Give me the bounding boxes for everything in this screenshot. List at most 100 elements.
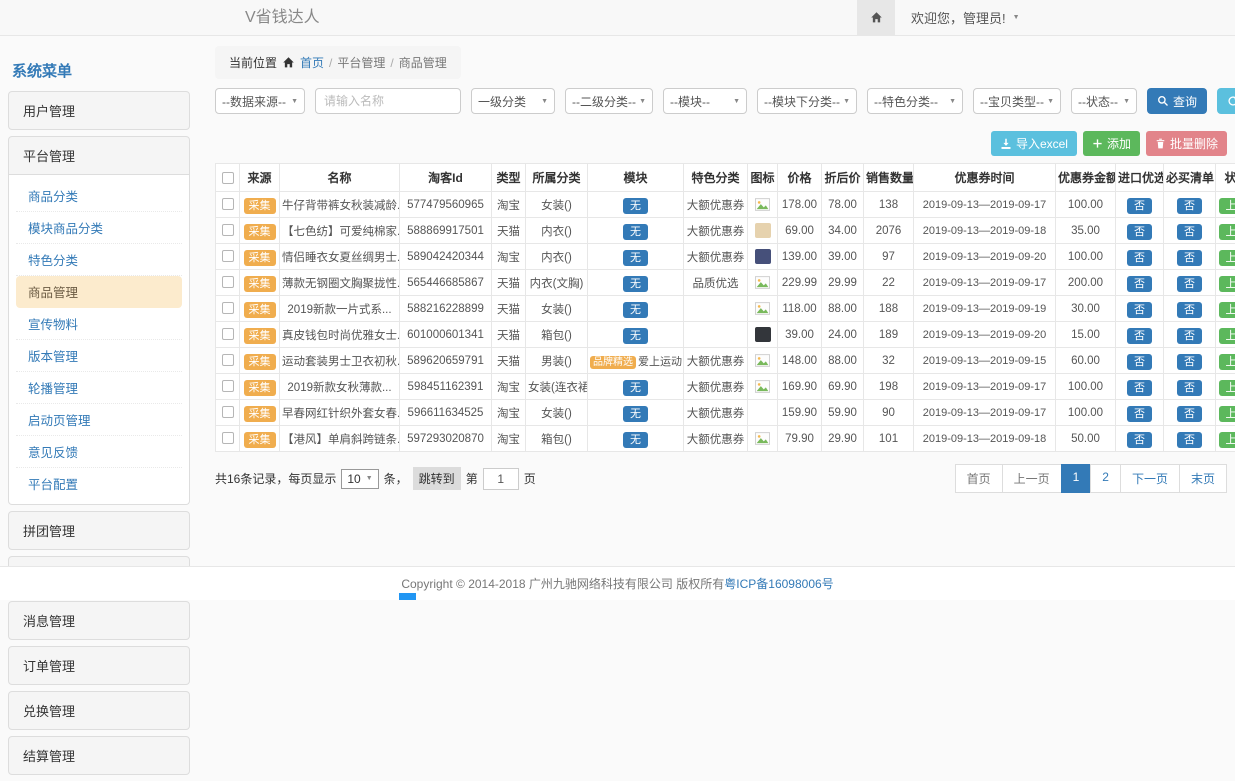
row-checkbox[interactable] bbox=[222, 198, 234, 210]
status-button[interactable]: 上架 bbox=[1219, 406, 1235, 422]
icp-link[interactable]: 粤ICP备16098006号 bbox=[724, 577, 833, 591]
row-checkbox[interactable] bbox=[222, 406, 234, 418]
row-checkbox[interactable] bbox=[222, 250, 234, 262]
import-select-toggle[interactable]: 否 bbox=[1127, 198, 1152, 214]
sidebar-group[interactable]: 结算管理 bbox=[8, 736, 190, 775]
nav-home-button[interactable] bbox=[857, 0, 895, 35]
must-buy-toggle[interactable]: 否 bbox=[1177, 302, 1202, 318]
status-button[interactable]: 上架 bbox=[1219, 250, 1235, 266]
filter-select[interactable]: 一级分类▼ bbox=[471, 88, 555, 114]
status-button[interactable]: 上架 bbox=[1219, 354, 1235, 370]
sidebar-group[interactable]: 兑换管理 bbox=[8, 691, 190, 730]
import-select-toggle[interactable]: 否 bbox=[1127, 354, 1152, 370]
status-button[interactable]: 上架 bbox=[1219, 198, 1235, 214]
sidebar-subitem[interactable]: 宣传物料 bbox=[16, 308, 182, 340]
pager-button: 首页 bbox=[955, 464, 1003, 493]
sidebar-subitem[interactable]: 意见反馈 bbox=[16, 436, 182, 468]
must-buy-toggle[interactable]: 否 bbox=[1177, 276, 1202, 292]
product-name: 【港风】单肩斜跨链条... bbox=[280, 426, 400, 452]
filter-select[interactable]: --模块下分类--▼ bbox=[757, 88, 857, 114]
sidebar-subitem[interactable]: 商品分类 bbox=[16, 180, 182, 212]
batch-delete-button[interactable]: 批量删除 bbox=[1146, 131, 1227, 156]
module-none-badge[interactable]: 无 bbox=[623, 328, 648, 344]
pager-button[interactable]: 1 bbox=[1061, 464, 1092, 493]
module-none-badge[interactable]: 无 bbox=[623, 250, 648, 266]
discount-price: 24.00 bbox=[822, 322, 864, 348]
must-buy-toggle[interactable]: 否 bbox=[1177, 380, 1202, 396]
sidebar-subitem[interactable]: 特色分类 bbox=[16, 244, 182, 276]
sidebar-group[interactable]: 消息管理 bbox=[8, 601, 190, 640]
sidebar-subitem[interactable]: 平台配置 bbox=[16, 468, 182, 499]
source-badge: 采集 bbox=[244, 328, 276, 344]
import-excel-button[interactable]: 导入excel bbox=[991, 131, 1077, 156]
jump-to-button[interactable]: 跳转到 bbox=[413, 467, 461, 490]
row-checkbox[interactable] bbox=[222, 224, 234, 236]
filter-select[interactable]: --二级分类--▼ bbox=[565, 88, 653, 114]
import-select-toggle[interactable]: 否 bbox=[1127, 432, 1152, 448]
sidebar-subitem[interactable]: 模块商品分类 bbox=[16, 212, 182, 244]
sidebar-subitem[interactable]: 商品管理 bbox=[16, 276, 182, 308]
search-button[interactable]: 查询 bbox=[1147, 88, 1207, 114]
module-none-badge[interactable]: 无 bbox=[623, 406, 648, 422]
breadcrumb-home-link[interactable]: 首页 bbox=[300, 54, 324, 71]
sidebar-group-users[interactable]: 用户管理 bbox=[8, 91, 190, 130]
sidebar-subitem[interactable]: 版本管理 bbox=[16, 340, 182, 372]
import-select-toggle[interactable]: 否 bbox=[1127, 328, 1152, 344]
filter-select[interactable]: --状态--▼ bbox=[1071, 88, 1137, 114]
table-row: 采集情侣睡衣女夏丝绸男士...589042420344淘宝内衣()无大额优惠券1… bbox=[216, 244, 1235, 270]
import-select-toggle[interactable]: 否 bbox=[1127, 276, 1152, 292]
pager-button[interactable]: 下一页 bbox=[1120, 464, 1180, 493]
pager-button[interactable]: 末页 bbox=[1179, 464, 1227, 493]
must-buy-toggle[interactable]: 否 bbox=[1177, 250, 1202, 266]
module-badge: 品牌精选 bbox=[590, 356, 636, 369]
must-buy-toggle[interactable]: 否 bbox=[1177, 354, 1202, 370]
row-checkbox[interactable] bbox=[222, 432, 234, 444]
import-select-toggle[interactable]: 否 bbox=[1127, 406, 1152, 422]
sidebar-group-platform[interactable]: 平台管理 bbox=[8, 136, 190, 175]
row-checkbox[interactable] bbox=[222, 276, 234, 288]
status-button[interactable]: 上架 bbox=[1219, 432, 1235, 448]
must-buy-toggle[interactable]: 否 bbox=[1177, 432, 1202, 448]
status-button[interactable]: 上架 bbox=[1219, 328, 1235, 344]
status-button[interactable]: 上架 bbox=[1219, 302, 1235, 318]
add-button[interactable]: 添加 bbox=[1083, 131, 1140, 156]
sidebar-subitem[interactable]: 启动页管理 bbox=[16, 404, 182, 436]
import-select-toggle[interactable]: 否 bbox=[1127, 250, 1152, 266]
reset-button[interactable]: 重置 bbox=[1217, 88, 1235, 114]
import-select-toggle[interactable]: 否 bbox=[1127, 380, 1152, 396]
sidebar-subitem[interactable]: 轮播管理 bbox=[16, 372, 182, 404]
row-checkbox[interactable] bbox=[222, 380, 234, 392]
row-checkbox[interactable] bbox=[222, 328, 234, 340]
filter-select[interactable]: --特色分类--▼ bbox=[867, 88, 963, 114]
module-none-badge[interactable]: 无 bbox=[623, 432, 648, 448]
sidebar-group[interactable]: 订单管理 bbox=[8, 646, 190, 685]
filter-select[interactable]: --宝贝类型--▼ bbox=[973, 88, 1061, 114]
module-none-badge[interactable]: 无 bbox=[623, 224, 648, 240]
import-select-toggle[interactable]: 否 bbox=[1127, 302, 1152, 318]
filter-select[interactable]: --模块--▼ bbox=[663, 88, 747, 114]
per-page-select[interactable]: 10 ▼ bbox=[341, 469, 378, 489]
name-search-input[interactable] bbox=[315, 88, 461, 114]
status-button[interactable]: 上架 bbox=[1219, 380, 1235, 396]
pager-button[interactable]: 2 bbox=[1090, 464, 1121, 493]
must-buy-toggle[interactable]: 否 bbox=[1177, 198, 1202, 214]
import-select-toggle[interactable]: 否 bbox=[1127, 224, 1152, 240]
jump-page-input[interactable] bbox=[483, 468, 519, 490]
module-none-badge[interactable]: 无 bbox=[623, 302, 648, 318]
must-buy-toggle[interactable]: 否 bbox=[1177, 406, 1202, 422]
select-all-checkbox[interactable] bbox=[222, 172, 234, 184]
must-buy-toggle[interactable]: 否 bbox=[1177, 328, 1202, 344]
coupon-time: 2019-09-13—2019-09-17 bbox=[914, 270, 1056, 296]
row-checkbox[interactable] bbox=[222, 354, 234, 366]
sidebar-group[interactable]: 拼团管理 bbox=[8, 511, 190, 550]
price: 229.99 bbox=[778, 270, 822, 296]
user-menu[interactable]: 欢迎您，管理员! ▼ bbox=[895, 0, 1235, 35]
must-buy-toggle[interactable]: 否 bbox=[1177, 224, 1202, 240]
data-source-select[interactable]: --数据来源-- ▼ bbox=[215, 88, 305, 114]
status-button[interactable]: 上架 bbox=[1219, 276, 1235, 292]
module-none-badge[interactable]: 无 bbox=[623, 198, 648, 214]
row-checkbox[interactable] bbox=[222, 302, 234, 314]
module-none-badge[interactable]: 无 bbox=[623, 276, 648, 292]
module-none-badge[interactable]: 无 bbox=[623, 380, 648, 396]
status-button[interactable]: 上架 bbox=[1219, 224, 1235, 240]
